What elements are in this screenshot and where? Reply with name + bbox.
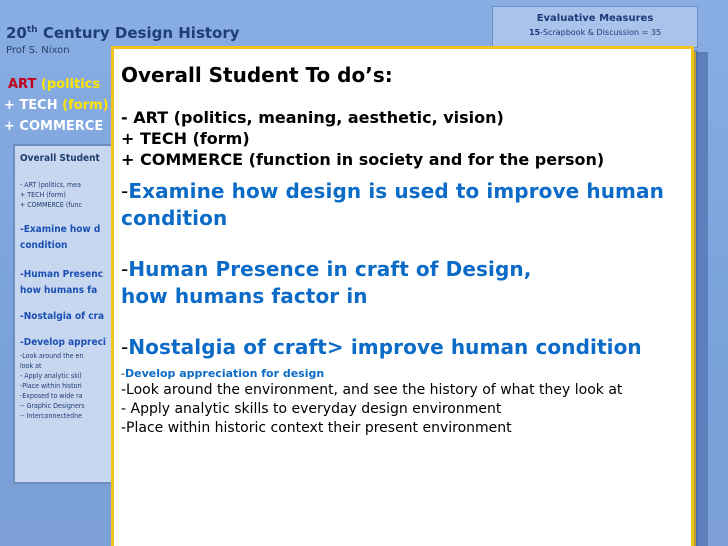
background-slide-title: 20th Century Design History [6,24,240,42]
evaluative-measures-line: 15-Scrapbook & Discussion = 35 [528,28,662,37]
evaluative-measures-box: Evaluative Measures 15-Scrapbook & Discu… [492,6,698,48]
main-card-line-look-around: -Look around the environment, and see th… [121,382,623,398]
main-card-tech-line: + TECH (form) [121,129,250,148]
main-card-line-analytic: - Apply analytic skills to everyday desi… [121,401,502,417]
background-tech-line: + TECH (form) [4,98,109,113]
background-art-line: ART (politics [8,77,101,92]
small-panel-line: -Look around the en [20,352,84,360]
small-panel-bullet: condition [20,240,68,251]
main-card-line-historic: -Place within historic context their pre… [121,420,512,436]
main-card-art-line: - ART (politics, meaning, aesthetic, vis… [121,108,504,127]
small-panel-line: look at [20,362,42,370]
small-panel-bullet: how humans fa [20,285,98,296]
main-slide-card: Overall Student To do’s: - ART (politics… [111,46,694,546]
main-card-bullet-human-presence-cont: how humans factor in [121,284,368,308]
small-slide-panel: Overall Student - ART (politics, mea + T… [13,144,115,484]
small-panel-line: - Apply analytic skil [20,372,82,380]
small-panel-line: + TECH (form) [20,191,66,199]
small-panel-bullet: -Human Presenc [20,269,103,280]
small-panel-title: Overall Student [20,153,100,164]
main-card-bullet-appreciation: -Develop appreciation for design [121,367,325,380]
main-card-bullet-nostalgia: -Nostalgia of craft> improve human condi… [121,335,642,359]
evaluative-measures-title: Evaluative Measures [536,13,654,24]
small-panel-line: -Exposed to wide ra [20,392,83,400]
small-panel-bullet: -Examine how d [20,224,101,235]
main-card-bullet-examine: -Examine how design is used to improve h… [121,179,664,203]
small-panel-line: + COMMERCE (func [20,201,83,209]
small-panel-line: -- Graphic Designers [20,402,85,410]
background-commerce-line: + COMMERCE [4,119,104,134]
small-panel-bullet: -Develop appreci [20,337,107,348]
main-card-bullet-human-presence: -Human Presence in craft of Design, [121,257,532,281]
small-panel-line: -Place within histori [20,382,82,390]
main-card-title: Overall Student To do’s: [121,63,393,87]
card-right-gutter [694,52,708,546]
small-panel-line: -- Interconnectedne [20,412,83,420]
main-card-commerce-line: + COMMERCE (function in society and for … [121,150,605,169]
main-card-bullet-examine-cont: condition [121,206,228,230]
small-panel-line: - ART (politics, mea [20,181,81,189]
small-panel-bullet: -Nostalgia of cra [20,311,105,322]
professor-name: Prof S. Nixon [6,45,70,56]
